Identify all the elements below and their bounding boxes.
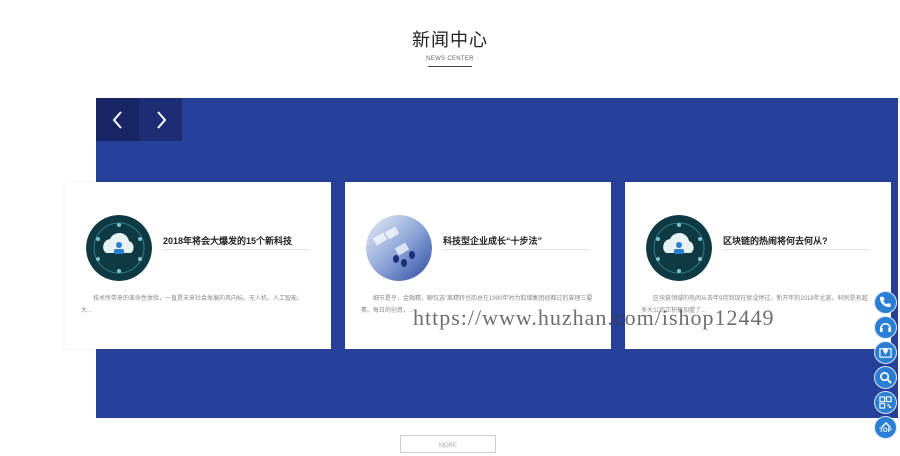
phone-icon (879, 296, 891, 308)
news-card-excerpt: 技术所带来的革命性体验，一直是未来社会发展的风向标。无人机、人工智能、大... (81, 296, 304, 314)
section-title: 新闻中心 (412, 30, 488, 50)
chevron-right-icon (156, 110, 166, 129)
news-card-title[interactable]: 区块链的热闹将何去何从? (723, 234, 828, 247)
news-card-title[interactable]: 2018年将会大爆发的15个新科技 (163, 234, 292, 247)
location-icon (879, 347, 892, 358)
watermark-text: https://www.huzhan.com/ishop12449 (413, 305, 775, 330)
customer-service-button[interactable] (874, 316, 897, 339)
divider (163, 249, 309, 250)
location-button[interactable] (874, 341, 897, 364)
carousel-next-button[interactable] (139, 98, 182, 141)
qrcode-icon (879, 396, 892, 409)
headset-icon (879, 323, 892, 333)
section-subtitle: NEWS CENTER (426, 56, 474, 62)
keyboard-photo (366, 215, 432, 281)
news-card-title[interactable]: 科技型企业成长“十步法” (443, 234, 542, 247)
section-heading: 新闻中心 NEWS CENTER (0, 26, 900, 67)
search-icon (880, 372, 892, 384)
back-to-top-button[interactable]: TOP (874, 416, 897, 439)
qrcode-button[interactable] (874, 391, 897, 414)
floating-sidebar: TOP (874, 291, 898, 441)
title-underline (428, 66, 472, 67)
divider (443, 249, 589, 250)
more-button[interactable]: MORE (400, 435, 496, 453)
divider (723, 249, 869, 250)
carousel-prev-button[interactable] (96, 98, 139, 141)
news-card[interactable]: 2018年将会大爆发的15个新科技 技术所带来的革命性体验，一直是未来社会发展的… (65, 182, 331, 349)
chevron-left-icon (112, 110, 122, 129)
search-button[interactable] (874, 366, 897, 389)
phone-button[interactable] (874, 291, 897, 314)
cloud-network-icon (86, 215, 152, 281)
top-label: TOP (879, 427, 892, 434)
cloud-network-icon (646, 215, 712, 281)
